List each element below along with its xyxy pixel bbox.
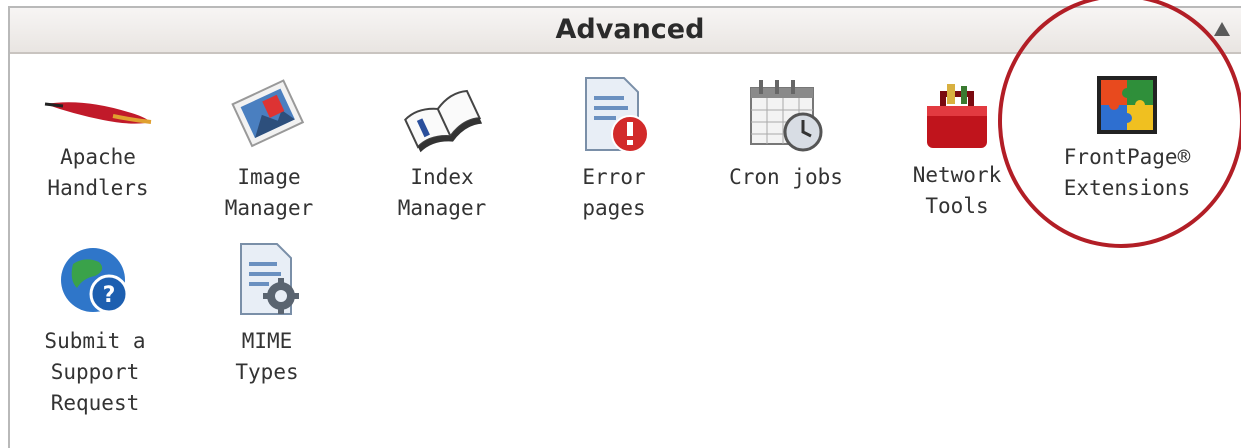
- mime-types-link[interactable]: MIME Types: [192, 240, 342, 388]
- panel-title: Advanced: [555, 14, 705, 45]
- help-globe-icon: ?: [61, 248, 129, 314]
- tile-label: Index Manager: [397, 165, 487, 220]
- puzzle-icon: [1097, 76, 1157, 134]
- image-manager-link[interactable]: Image Manager: [194, 76, 344, 224]
- document-gear-icon: [240, 243, 299, 315]
- error-document-icon: [585, 77, 649, 153]
- calendar-clock-icon: [750, 80, 823, 152]
- tile-label: Network Tools: [912, 163, 1002, 218]
- panel-header[interactable]: Advanced: [10, 8, 1241, 54]
- error-pages-link[interactable]: Error pages: [539, 74, 689, 224]
- cron-jobs-link[interactable]: Cron jobs: [711, 76, 861, 193]
- tile-label: Submit a Support Request: [44, 329, 146, 415]
- picture-icon: [231, 79, 305, 148]
- tile-label: Error pages: [582, 165, 646, 220]
- svg-text:?: ?: [103, 283, 116, 308]
- tile-label: Apache Handlers: [47, 145, 149, 200]
- toolbox-icon: [927, 84, 987, 148]
- index-manager-link[interactable]: Index Manager: [367, 78, 517, 224]
- network-tools-link[interactable]: Network Tools: [882, 78, 1032, 222]
- tile-label: Cron jobs: [729, 165, 843, 189]
- tile-label: Image Manager: [224, 165, 314, 220]
- apache-handlers-link[interactable]: Apache Handlers: [23, 86, 173, 204]
- feather-icon: [44, 102, 152, 124]
- tile-label: MIME Types: [235, 329, 299, 384]
- frontpage-extensions-link[interactable]: FrontPage® Extensions: [1052, 74, 1202, 204]
- submit-support-request-link[interactable]: ? Submit a Support Request: [20, 244, 170, 419]
- collapse-arrow-icon[interactable]: [1214, 22, 1230, 36]
- tile-label: FrontPage® Extensions: [1063, 145, 1191, 200]
- book-icon: [404, 89, 482, 153]
